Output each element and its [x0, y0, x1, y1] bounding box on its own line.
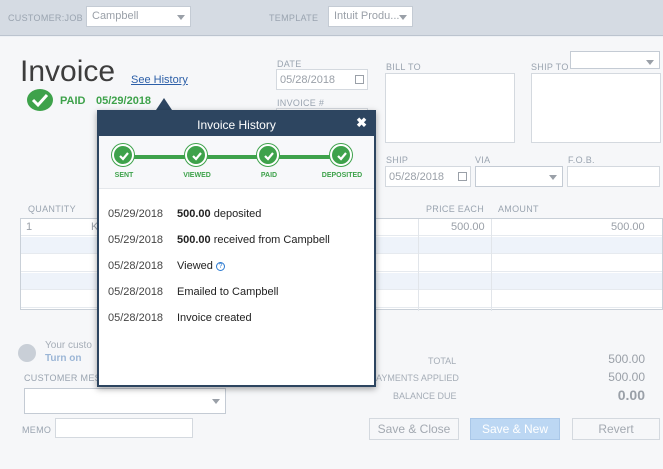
chevron-down-icon — [646, 60, 654, 65]
cell-price-each: 500.00 — [451, 221, 485, 233]
invoice-history-popup: Invoice History ✖ SENT VIEWED PAID DEPOS… — [97, 110, 376, 387]
step-paid-check-icon — [257, 144, 279, 166]
popup-pointer — [156, 98, 172, 110]
chevron-down-icon — [549, 175, 557, 180]
customer-message-note: Your custo — [45, 340, 92, 351]
see-history-link[interactable]: See History — [131, 74, 188, 86]
column-divider — [491, 219, 492, 311]
save-new-button[interactable]: Save & New — [470, 418, 560, 440]
total-value: 500.00 — [608, 352, 645, 366]
info-icon[interactable]: ? — [215, 262, 225, 271]
history-entry: Emailed to Campbell — [177, 286, 279, 298]
cell-amount: 500.00 — [611, 221, 645, 233]
customer-job-value: Campbell — [92, 10, 139, 22]
history-date: 05/29/2018 — [108, 208, 164, 220]
total-label: TOTAL — [428, 356, 457, 366]
revert-button[interactable]: Revert — [572, 418, 660, 440]
history-entry: 500.00 received from Campbell — [177, 234, 330, 246]
memo-field[interactable] — [55, 418, 193, 438]
date-value: 05/28/2018 — [280, 74, 336, 86]
ship-date-field[interactable]: 05/28/2018 — [385, 166, 471, 187]
turn-on-link[interactable]: Turn on — [45, 353, 81, 364]
customer-message-label: CUSTOMER MESS — [24, 373, 108, 383]
column-price-each: PRICE EACH — [426, 204, 485, 214]
history-entry: Invoice created — [177, 312, 252, 324]
customer-job-select[interactable]: Campbell — [86, 6, 191, 27]
history-entry: Viewed? — [177, 260, 225, 272]
invoice-number-label: INVOICE # — [277, 98, 325, 108]
calendar-icon[interactable] — [355, 75, 364, 84]
step-deposited-check-icon — [330, 144, 352, 166]
history-date: 05/29/2018 — [108, 234, 164, 246]
step-label-paid: PAID — [260, 172, 278, 179]
column-quantity: QUANTITY — [28, 204, 76, 214]
template-value: Intuit Produ... — [334, 10, 400, 22]
page-title: Invoice — [20, 55, 116, 88]
ship-to-select[interactable] — [570, 51, 660, 69]
calendar-icon[interactable] — [458, 172, 467, 181]
step-label-sent: SENT — [114, 172, 134, 179]
progress-line — [123, 155, 343, 159]
history-date: 05/28/2018 — [108, 312, 164, 324]
history-entry: 500.00 deposited — [177, 208, 262, 220]
message-icon — [18, 344, 36, 362]
ship-to-label: SHIP TO — [531, 62, 569, 72]
status-badge: PAID — [60, 95, 86, 107]
date-field[interactable]: 05/28/2018 — [276, 69, 368, 90]
fob-label: F.O.B. — [568, 155, 595, 165]
template-label: TEMPLATE — [269, 13, 319, 23]
via-label: VIA — [475, 155, 491, 165]
customer-job-label: CUSTOMER:JOB — [8, 13, 83, 23]
close-icon[interactable]: ✖ — [356, 115, 367, 131]
bill-to-field[interactable] — [385, 73, 515, 143]
date-label: DATE — [277, 59, 302, 69]
step-label-viewed: VIEWED — [183, 172, 211, 179]
balance-due-value: 0.00 — [617, 387, 645, 403]
step-label-deposited: DEPOSITED — [321, 172, 363, 179]
popup-header: Invoice History ✖ — [99, 112, 374, 136]
bill-to-label: BILL TO — [386, 62, 421, 72]
template-select[interactable]: Intuit Produ... — [328, 6, 413, 27]
chevron-down-icon — [177, 15, 185, 20]
balance-due-label: BALANCE DUE — [393, 391, 457, 401]
history-progress-track: SENT VIEWED PAID DEPOSITED — [99, 136, 374, 189]
column-amount: AMOUNT — [498, 204, 539, 214]
top-bar: CUSTOMER:JOB Campbell TEMPLATE Intuit Pr… — [0, 0, 663, 36]
save-close-button[interactable]: Save & Close — [369, 418, 459, 440]
ship-date-value: 05/28/2018 — [389, 171, 445, 183]
step-viewed-check-icon — [185, 144, 207, 166]
ship-to-field[interactable] — [531, 73, 661, 143]
status-date: 05/29/2018 — [96, 95, 152, 107]
via-select[interactable] — [475, 166, 563, 187]
chevron-down-icon — [212, 399, 220, 404]
payments-applied-label: AYMENTS APPLIED — [376, 373, 459, 383]
fob-field[interactable] — [567, 166, 660, 187]
cell-quantity: 1 — [26, 221, 33, 233]
ship-label: SHIP — [386, 155, 409, 165]
history-date: 05/28/2018 — [108, 286, 164, 298]
column-divider — [418, 219, 419, 311]
payments-applied-value: 500.00 — [608, 370, 645, 384]
step-sent-check-icon — [112, 144, 134, 166]
history-date: 05/28/2018 — [108, 260, 164, 272]
paid-check-icon — [27, 89, 53, 111]
chevron-down-icon — [399, 15, 407, 20]
customer-message-select[interactable] — [24, 388, 226, 414]
memo-label: MEMO — [22, 425, 52, 435]
popup-title: Invoice History — [197, 118, 276, 132]
